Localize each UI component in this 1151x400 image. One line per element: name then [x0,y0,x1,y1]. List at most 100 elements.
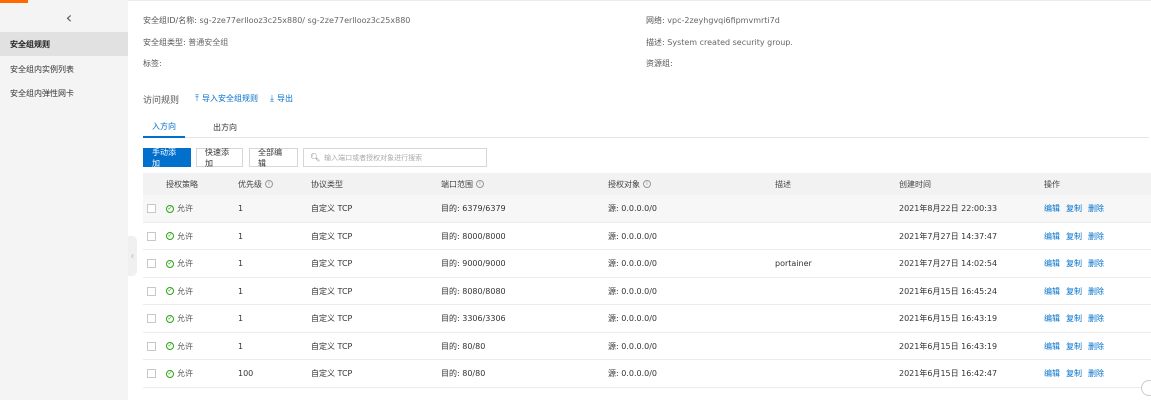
row-policy: ✓ 允许 [166,333,193,360]
policy-text: 允许 [177,341,193,351]
row-checkbox[interactable] [147,259,156,268]
check-circle-icon: ✓ [166,369,174,378]
row-created: 2021年6月15日 16:42:47 [899,369,998,378]
row-checkbox[interactable] [147,341,156,351]
row-checkbox-cell [147,195,156,222]
row-priority: 1 [238,204,244,213]
policy-text: 允许 [177,286,193,296]
row-auth: 源: 0.0.0.0/0 [608,341,658,351]
row-priority: 1 [238,286,244,296]
check-circle-icon: ✓ [166,342,174,350]
help-icon[interactable]: i [643,180,651,188]
copy-link[interactable]: 复制 [1066,258,1082,269]
row-policy: ✓ 允许 [166,195,193,222]
row-checkbox[interactable] [147,231,156,241]
brand-accent-bar [0,0,28,3]
row-ops: 编辑 复制 删除 [1044,360,1110,387]
top-divider [128,0,1151,3]
tab-inbound[interactable]: 入方向 [143,116,185,138]
header-label: 操作 [1044,179,1060,189]
row-created: 2021年6月15日 16:43:19 [899,314,998,323]
header-label: 端口范围 [441,179,473,189]
row-protocol: 自定义 TCP [311,314,353,323]
edit-link[interactable]: 编辑 [1044,231,1060,242]
table-row: ✓ 允许 1 自定义 TCP 目的: 9000/9000 源: 0.0.0.0/0… [143,250,1151,278]
help-icon[interactable]: i [265,180,273,188]
policy-text: 允许 [177,204,193,213]
row-checkbox[interactable] [147,369,156,378]
row-checkbox-cell [147,305,156,332]
check-circle-icon: ✓ [166,259,174,268]
row-protocol: 自定义 TCP [311,369,353,378]
copy-link[interactable]: 复制 [1066,231,1082,242]
row-created: 2021年6月15日 16:43:19 [899,341,998,351]
row-ops: 编辑 复制 删除 [1044,333,1110,360]
row-checkbox-cell [147,360,156,387]
tab-outbound[interactable]: 出方向 [204,116,246,138]
copy-link[interactable]: 复制 [1066,286,1082,297]
help-icon[interactable]: i [476,180,484,188]
policy-text: 允许 [177,231,193,241]
delete-link[interactable]: 删除 [1088,313,1104,324]
header-auth: 授权对象 i [608,173,651,195]
edit-link[interactable]: 编辑 [1044,203,1060,214]
sidebar-item-enis[interactable]: 安全组内弹性网卡 [0,81,128,105]
sidebar-item-security-rules[interactable]: 安全组规则 [0,32,128,56]
row-ops: 编辑 复制 删除 [1044,250,1110,277]
floating-scroll-button[interactable] [1141,380,1151,396]
row-checkbox[interactable] [147,314,156,323]
edit-link[interactable]: 编辑 [1044,286,1060,297]
sidebar-collapse-handle[interactable]: ‹ [128,236,137,276]
copy-link[interactable]: 复制 [1066,368,1082,379]
access-rules-title: 访问规则 [143,96,180,106]
edit-link[interactable]: 编辑 [1044,313,1060,324]
row-auth: 源: 0.0.0.0/0 [608,231,658,241]
row-port: 目的: 8080/8080 [441,286,506,296]
edit-link[interactable]: 编辑 [1044,368,1060,379]
row-ops: 编辑 复制 删除 [1044,195,1110,222]
sidebar-item-label: 安全组规则 [10,39,50,49]
info-value: vpc-2zeyhgvqi6fipmvmrti7d [667,16,780,25]
rules-table: 授权策略 优先级 i 协议类型 端口范围 i 授权对象 i 描述 创建时间 操作 ✓ 允… [143,173,1151,388]
info-label: 网络: [646,16,665,25]
header-protocol: 协议类型 [311,173,343,195]
sidebar-item-instances[interactable]: 安全组内实例列表 [0,57,128,81]
copy-link[interactable]: 复制 [1066,203,1082,214]
row-checkbox[interactable] [147,204,156,213]
row-policy: ✓ 允许 [166,223,193,250]
export-link[interactable]: ⤓ 导出 [270,93,293,104]
search-icon: 🔍︎ [310,153,321,162]
import-rules-link[interactable]: ⤒ 导入安全组规则 [195,93,258,104]
row-port: 目的: 80/80 [441,369,486,378]
back-chevron-icon[interactable]: ‹ [55,6,83,28]
row-protocol: 自定义 TCP [311,231,353,241]
manual-add-button[interactable]: 手动添加 [143,148,191,168]
quick-add-button[interactable]: 快速添加 [196,148,243,168]
copy-link[interactable]: 复制 [1066,313,1082,324]
edit-link[interactable]: 编辑 [1044,341,1060,352]
info-description: 描述: System created security group. [646,37,793,48]
delete-link[interactable]: 删除 [1088,368,1104,379]
export-label: 导出 [276,94,293,103]
delete-link[interactable]: 删除 [1088,258,1104,269]
row-ops: 编辑 复制 删除 [1044,278,1110,305]
info-label: 描述: [646,38,665,47]
search-input[interactable] [324,153,485,162]
header-label: 授权策略 [166,179,198,189]
info-value: sg-2ze77erllooz3c25x880/ sg-2ze77erllooz… [199,16,411,25]
delete-link[interactable]: 删除 [1088,341,1104,352]
info-label: 安全组ID/名称: [143,16,197,25]
row-priority: 1 [238,314,244,323]
copy-link[interactable]: 复制 [1066,341,1082,352]
delete-link[interactable]: 删除 [1088,231,1104,242]
info-network: 网络: vpc-2zeyhgvqi6fipmvmrti7d [646,15,780,26]
check-circle-icon: ✓ [166,287,174,295]
row-checkbox[interactable] [147,286,156,296]
header-port: 端口范围 i [441,173,484,195]
delete-link[interactable]: 删除 [1088,203,1104,214]
edit-all-button[interactable]: 全部编辑 [249,148,298,168]
delete-link[interactable]: 删除 [1088,286,1104,297]
table-header: 授权策略 优先级 i 协议类型 端口范围 i 授权对象 i 描述 创建时间 操作 [143,173,1151,195]
edit-link[interactable]: 编辑 [1044,258,1060,269]
row-priority: 1 [238,259,244,268]
